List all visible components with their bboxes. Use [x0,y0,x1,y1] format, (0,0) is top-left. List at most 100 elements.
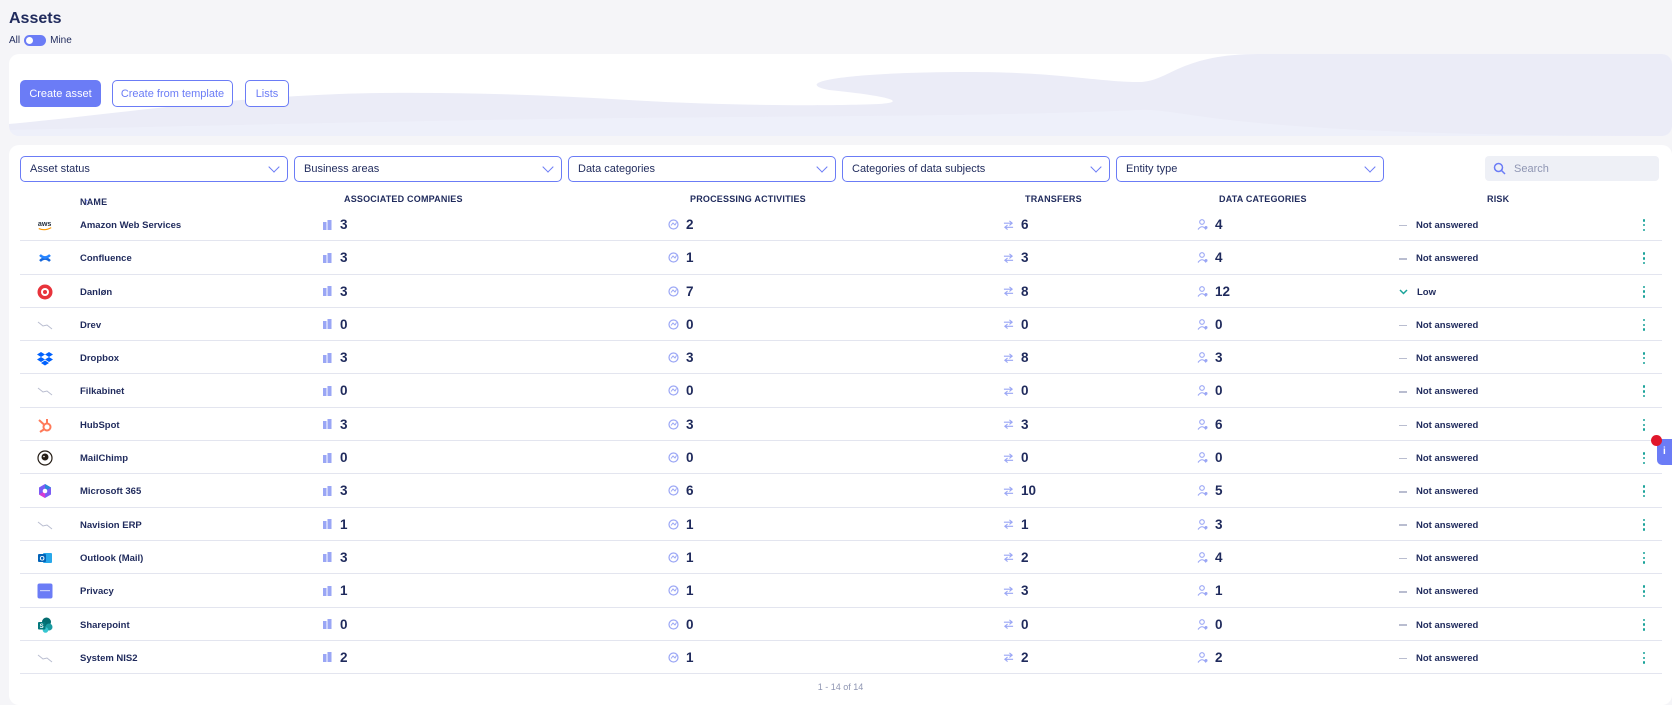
more-options-icon[interactable] [1642,219,1646,231]
asset-name[interactable]: Danløn [80,287,112,298]
more-options-icon[interactable] [1642,585,1646,598]
transfers-cell: 3 [1003,417,1029,432]
table-row[interactable]: Confluence 3 1 3 4 Not answered [20,241,1662,275]
person-icon [1197,552,1208,563]
person-icon [1197,652,1208,663]
table-row[interactable]: S Sharepoint 0 0 0 0 Not answered [20,608,1662,641]
transfers-value: 1 [1021,516,1029,532]
risk-cell: Not answered [1399,653,1478,664]
transfers-value: 0 [1021,450,1029,466]
more-options-icon[interactable] [1642,318,1646,331]
asset-name[interactable]: Filkabinet [80,386,124,397]
table-row[interactable]: HubSpot 3 3 3 6 Not answered [20,408,1662,442]
transfers-cell: 2 [1003,650,1029,665]
asset-name[interactable]: MailChimp [80,453,128,464]
filter-label: Entity type [1126,163,1178,175]
dash-icon [1399,491,1407,493]
column-associated-companies[interactable]: ASSOCIATED COMPANIES [344,194,463,204]
table-row[interactable]: System NIS2 2 1 2 2 Not answered [20,641,1662,675]
building-icon [322,419,333,430]
processing-activities-cell: 2 [668,217,694,232]
data-categories-value: 0 [1215,450,1223,466]
asset-name[interactable]: Confluence [80,253,132,264]
risk-cell: Not answered [1399,386,1478,397]
table-row[interactable]: Navision ERP 1 1 1 3 Not answered [20,508,1662,541]
table-row[interactable]: Filkabinet 0 0 0 0 Not answered [20,374,1662,408]
more-options-icon[interactable] [1642,352,1646,365]
processing-activities-cell: 7 [668,284,694,299]
asset-name[interactable]: Sharepoint [80,620,130,631]
risk-value: Not answered [1416,519,1479,531]
asset-name[interactable]: System NIS2 [80,653,138,664]
column-processing-activities[interactable]: PROCESSING ACTIVITIES [690,194,806,204]
chevron-down-icon [816,161,828,173]
more-options-icon[interactable] [1642,452,1646,465]
create-asset-button[interactable]: Create asset [20,80,101,107]
create-from-template-button[interactable]: Create from template [112,80,233,107]
table-row[interactable]: Danløn 3 7 8 12 Low [20,275,1662,308]
more-options-icon[interactable] [1642,651,1646,664]
asset-name[interactable]: Privacy [80,586,114,597]
lists-button[interactable]: Lists [245,80,289,107]
risk-value: Not answered [1416,253,1479,265]
column-transfers[interactable]: TRANSFERS [1025,194,1082,204]
transfer-arrows-icon [1003,352,1014,363]
processing-activities-value: 6 [686,483,694,499]
more-options-icon[interactable] [1642,418,1646,431]
more-options-icon[interactable] [1642,518,1646,531]
processing-activities-value: 1 [686,649,694,665]
data-categories-value: 5 [1215,483,1223,499]
building-icon [322,619,333,630]
processing-activities-cell: 3 [668,350,694,365]
more-options-icon[interactable] [1642,618,1646,631]
table-row[interactable]: Privacy 1 1 3 1 Not answered [20,574,1662,608]
asset-name[interactable]: Navision ERP [80,520,142,531]
transfers-cell: 10 [1003,483,1036,498]
risk-cell: Not answered [1399,353,1478,364]
asset-name[interactable]: Outlook (Mail) [80,553,143,564]
more-options-icon[interactable] [1642,485,1646,498]
filter-asset-status[interactable]: Asset status [20,156,288,182]
table-row[interactable]: Dropbox 3 3 8 3 Not answered [20,341,1662,375]
filter-business-areas[interactable]: Business areas [294,156,562,182]
filter-data-categories[interactable]: Data categories [568,156,836,182]
associated-companies-cell: 3 [322,417,348,432]
table-row[interactable]: MailChimp 0 0 0 0 Not answered [20,441,1662,475]
more-options-icon[interactable] [1642,551,1646,564]
column-data-categories[interactable]: DATA CATEGORIES [1219,194,1307,204]
transfer-arrows-icon [1003,485,1014,496]
more-options-icon[interactable] [1642,252,1646,265]
table-row[interactable]: aws Amazon Web Services 3 2 6 4 Not answ… [20,208,1662,242]
table-row[interactable]: Drev 0 0 0 0 Not answered [20,308,1662,342]
transfer-arrows-icon [1003,652,1014,663]
column-risk[interactable]: RISK [1487,194,1509,204]
risk-value: Not answered [1416,486,1479,498]
transfers-value: 3 [1021,416,1029,432]
search-input[interactable]: Search [1485,156,1659,181]
table-row[interactable]: Microsoft 365 3 6 10 5 Not answered [20,474,1662,508]
data-categories-cell: 3 [1197,517,1223,532]
scope-toggle[interactable] [24,35,47,46]
confluence-logo [37,250,53,266]
data-categories-value: 0 [1215,316,1223,332]
more-options-icon[interactable] [1642,385,1646,398]
transfers-cell: 3 [1003,250,1029,265]
asset-name[interactable]: HubSpot [80,420,120,431]
asset-name[interactable]: Amazon Web Services [80,220,181,231]
filter-entity-type[interactable]: Entity type [1116,156,1384,182]
activity-icon [668,552,679,563]
filter-categories-of-data-subjects[interactable]: Categories of data subjects [842,156,1110,182]
processing-activities-cell: 1 [668,550,694,565]
more-options-icon[interactable] [1642,285,1646,298]
table-body: aws Amazon Web Services 3 2 6 4 Not answ… [20,208,1662,675]
table-row[interactable]: O Outlook (Mail) 3 1 2 4 Not answered [20,541,1662,575]
asset-name[interactable]: Microsoft 365 [80,486,141,497]
person-icon [1197,485,1208,497]
dash-icon [1399,391,1407,393]
data-categories-value: 3 [1215,350,1223,366]
risk-value: Not answered [1416,220,1479,231]
asset-name[interactable]: Dropbox [80,353,119,364]
asset-name[interactable]: Drev [80,320,101,331]
building-icon [322,286,333,297]
dash-icon [1399,357,1407,360]
